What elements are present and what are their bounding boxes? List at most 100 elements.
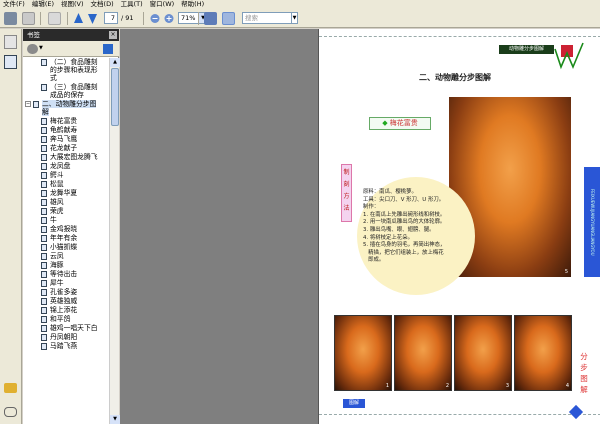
bookmark-item[interactable]: 花龙献子	[23, 144, 109, 152]
bookmark-item[interactable]: 云凤	[23, 252, 109, 260]
bookmark-item[interactable]: （三）食品雕刻 成品的保存	[23, 83, 109, 99]
toolbar: 7 / 91 71% ▼ 搜索 ▼	[0, 9, 600, 28]
scribble-mark	[554, 42, 584, 70]
bookmark-item[interactable]: 海豚	[23, 261, 109, 269]
attachments-icon[interactable]	[4, 383, 17, 393]
email-icon[interactable]	[22, 12, 35, 25]
document-view[interactable]: 动物雕分步图解 二、动物雕分步图解 ◆ 梅花富贵 5 制 刻 方 法 原料：南瓜…	[120, 29, 600, 424]
scroll-down-icon[interactable]: ▼	[110, 415, 120, 424]
bookmark-item[interactable]: 龙凤盘	[23, 162, 109, 170]
bookmark-label: 龙舞华夏	[50, 189, 78, 197]
bookmark-item[interactable]: − 二、动物雕分步图 解	[23, 100, 109, 116]
bookmarks-toolbar: ▼	[23, 41, 119, 57]
toolbar-divider	[143, 12, 144, 25]
bookmark-icon	[41, 289, 47, 296]
bookmark-item[interactable]: 松鼠	[23, 180, 109, 188]
close-icon[interactable]: ×	[109, 31, 117, 39]
bookmark-icon	[41, 118, 47, 125]
scrollbar-thumb[interactable]	[111, 68, 119, 126]
step-photo: 1	[334, 315, 392, 391]
page-number-input[interactable]: 7	[104, 12, 118, 24]
new-bookmark-icon[interactable]	[103, 44, 113, 54]
bookmarks-panel-header: 书签 ×	[23, 29, 119, 41]
photo-number: 2	[445, 383, 449, 389]
menu-window[interactable]: 窗口(W)	[150, 0, 175, 9]
bookmark-label: 龟鹤献寿	[50, 126, 78, 134]
previous-page-icon[interactable]	[73, 12, 84, 25]
bookmark-icon	[41, 334, 47, 341]
bookmark-item[interactable]: 犀牛	[23, 279, 109, 287]
options-icon[interactable]	[27, 44, 38, 54]
bookmark-item[interactable]: 梅花富贵	[23, 117, 109, 125]
menu-help[interactable]: 帮助(H)	[181, 0, 204, 9]
bookmarks-panel-icon[interactable]	[4, 55, 17, 69]
bookmark-item[interactable]: 丹凤朝阳	[23, 333, 109, 341]
bookmark-item[interactable]: 和平鸽	[23, 315, 109, 323]
menu-bar: 文件(F) 编辑(E) 视图(V) 文档(D) 工具(T) 窗口(W) 帮助(H…	[0, 0, 600, 9]
zoom-out-icon[interactable]	[150, 12, 160, 25]
dish-title: ◆ 梅花富贵	[369, 117, 431, 130]
collapse-icon[interactable]: −	[25, 101, 31, 107]
scroll-up-icon[interactable]: ▲	[110, 58, 120, 67]
hand-tool-icon[interactable]	[48, 12, 61, 25]
bookmark-item[interactable]: 金鸡报晓	[23, 225, 109, 233]
bookmark-label: 锦上添花	[50, 306, 78, 314]
bookmarks-scrollbar[interactable]: ▲ ▼	[109, 58, 120, 424]
page-header-band: 动物雕分步图解	[499, 45, 554, 54]
bookmark-item[interactable]: 荣虎	[23, 207, 109, 215]
chevron-down-icon: ▼	[292, 15, 297, 21]
menu-view[interactable]: 视图(V)	[61, 0, 84, 9]
bookmark-item[interactable]: 年年有余	[23, 234, 109, 242]
bookmark-item[interactable]: 孔雀多姿	[23, 288, 109, 296]
bookmark-item[interactable]: 小猫抓蝶	[23, 243, 109, 251]
bookmark-label: 马踏飞燕	[50, 342, 78, 350]
side-blue-bar: FEIXUEWUJIANGYUANGLIANGYOU	[584, 167, 600, 277]
save-copy-icon[interactable]	[204, 12, 217, 25]
bookmark-label: 孔雀多姿	[50, 288, 78, 296]
bookmark-label: 奔马飞鹰	[50, 135, 78, 143]
toolbar-divider	[67, 12, 68, 25]
bookmark-item[interactable]: 雄鸡一唱天下白	[23, 324, 109, 332]
pages-panel-icon[interactable]	[4, 35, 17, 49]
bookmark-item[interactable]: 鳄斗	[23, 171, 109, 179]
page-corner-diamond	[568, 404, 584, 420]
print-icon[interactable]	[4, 12, 17, 25]
bookmark-item[interactable]: 锦上添花	[23, 306, 109, 314]
menu-edit[interactable]: 编辑(E)	[32, 0, 54, 9]
bookmark-item[interactable]: 马踏飞燕	[23, 342, 109, 350]
bookmark-item[interactable]: （二）食品雕刻 的步骤和表现形 式	[23, 58, 109, 82]
toolbar-divider	[198, 12, 199, 25]
zoom-in-icon[interactable]	[164, 12, 174, 25]
bookmark-item[interactable]: 牛	[23, 216, 109, 224]
bookmark-item[interactable]: 雄风	[23, 198, 109, 206]
bookmark-icon	[41, 163, 47, 170]
menu-tools[interactable]: 工具(T)	[121, 0, 143, 9]
publisher-logo: 图解	[343, 399, 365, 408]
toolbar-divider	[40, 12, 41, 25]
bookmark-item[interactable]: 等待出击	[23, 270, 109, 278]
paperclip-icon[interactable]	[4, 407, 17, 417]
menu-file[interactable]: 文件(F)	[3, 0, 25, 9]
search-input[interactable]: 搜索	[242, 12, 296, 24]
bookmark-item[interactable]: 英雄独威	[23, 297, 109, 305]
menu-document[interactable]: 文档(D)	[91, 0, 114, 9]
bookmark-item[interactable]: 龟鹤献寿	[23, 126, 109, 134]
fit-page-icon[interactable]	[222, 12, 235, 25]
bookmark-label: 二、动物雕分步图 解	[42, 100, 97, 116]
search-dropdown[interactable]: ▼	[291, 12, 298, 24]
bookmark-item[interactable]: 大展宏图龙腾飞	[23, 153, 109, 161]
bookmark-item[interactable]: 龙舞华夏	[23, 189, 109, 197]
bookmark-label: （三）食品雕刻 成品的保存	[50, 83, 98, 99]
bookmark-item[interactable]: 奔马飞鹰	[23, 135, 109, 143]
photo-number: 3	[505, 383, 509, 389]
navigation-pane-strip	[0, 29, 22, 424]
bookmark-label: 云凤	[50, 252, 64, 260]
next-page-icon[interactable]	[87, 12, 98, 25]
bookmark-icon	[41, 172, 47, 179]
bookmark-icon	[41, 253, 47, 260]
chevron-down-icon[interactable]: ▼	[39, 45, 43, 51]
bookmark-icon	[41, 235, 47, 242]
pdf-page: 动物雕分步图解 二、动物雕分步图解 ◆ 梅花富贵 5 制 刻 方 法 原料：南瓜…	[318, 29, 600, 424]
bookmark-label: 年年有余	[50, 234, 78, 242]
bookmark-icon	[41, 199, 47, 206]
